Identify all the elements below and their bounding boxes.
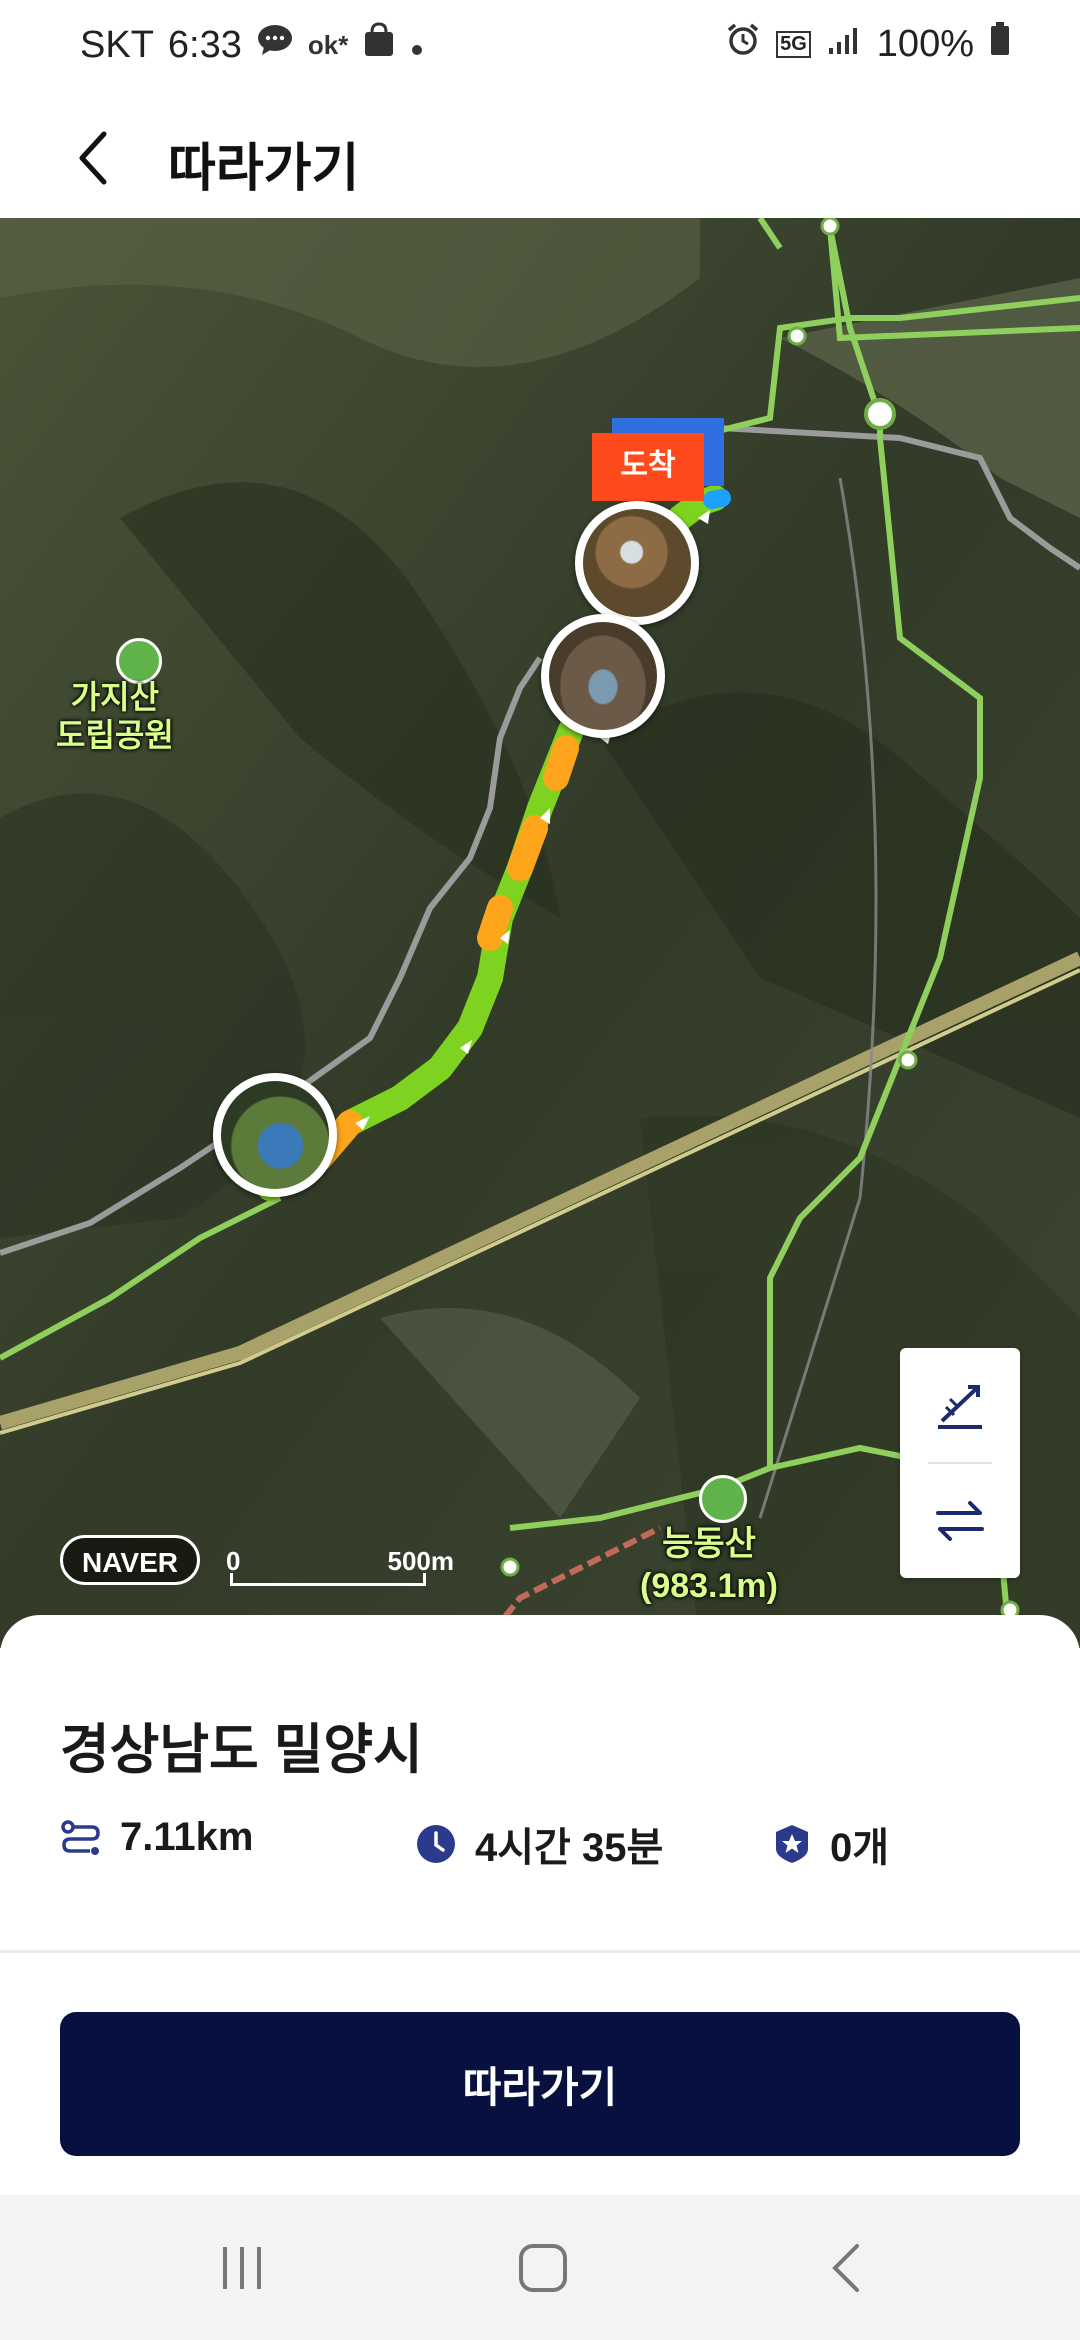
clock: 6:33: [167, 23, 242, 66]
map-scale: 0 500m: [226, 1546, 454, 1586]
carrier-label: SKT: [80, 23, 154, 66]
park-label-line2: 도립공원: [56, 717, 174, 753]
badge-stat: 0개: [772, 1815, 889, 1873]
page-title: 따라가기: [168, 140, 360, 198]
back-nav-button[interactable]: [806, 2235, 886, 2301]
status-bar-left: SKT 6:33 ok*: [80, 22, 424, 68]
home-icon: [519, 2244, 567, 2292]
region-title: 경상남도 밀양시: [60, 1720, 423, 1780]
mountain-name: 능동산: [662, 1525, 756, 1563]
battery-icon: [990, 22, 1010, 66]
app-header: 따라가기: [0, 96, 1080, 218]
distance-value: 7.11km: [120, 1815, 254, 1859]
status-bar-right: 5G 100%: [726, 22, 1010, 66]
follow-route-button[interactable]: 따라가기: [60, 2012, 1020, 2156]
shopping-bag-icon: [362, 22, 396, 68]
mountain-icon[interactable]: [699, 1475, 747, 1523]
chevron-left-icon: [79, 131, 107, 185]
naver-logo: NAVER: [60, 1535, 200, 1585]
mountain-label[interactable]: 능동산 (983.1m): [640, 1523, 778, 1607]
elevation-toggle-button[interactable]: [900, 1348, 1020, 1462]
network-5g-icon: 5G: [776, 30, 811, 58]
swap-arrows-icon: [936, 1501, 984, 1541]
alarm-icon: [726, 22, 760, 66]
back-button[interactable]: [60, 118, 140, 198]
home-button[interactable]: [503, 2235, 583, 2301]
status-bar: SKT 6:33 ok* 5G 100%: [0, 0, 1080, 96]
photo-marker[interactable]: [213, 1073, 337, 1197]
scale-bar: [230, 1573, 426, 1586]
duration-value: 4시간 35분: [475, 1826, 664, 1870]
chat-icon: [256, 23, 294, 67]
star-badge-icon: [776, 1825, 808, 1863]
ok-cashbag-icon: ok*: [307, 29, 349, 60]
system-nav-bar: [0, 2195, 1080, 2340]
signal-icon: [827, 23, 861, 66]
photo-marker[interactable]: [541, 614, 665, 738]
park-label-line1: 가지산: [70, 679, 160, 715]
battery-percent: 100%: [876, 22, 974, 65]
badge-count: 0개: [830, 1826, 890, 1870]
photo-marker[interactable]: [575, 501, 699, 625]
recent-apps-icon: [223, 2247, 261, 2289]
map-controls: [900, 1348, 1020, 1578]
reverse-route-button[interactable]: [900, 1464, 1020, 1578]
recent-apps-button[interactable]: [202, 2235, 282, 2301]
route-distance-icon: [61, 1819, 100, 1855]
route-stats: 7.11km 4시간 35분 0개: [60, 1815, 1020, 1871]
section-divider: [0, 1950, 1080, 1953]
park-label[interactable]: 가지산 도립공원: [56, 678, 174, 754]
elevation-icon: [938, 1385, 982, 1429]
route-map[interactable]: 가지산 도립공원 능동산 (983.1m) 도착 NAVER 0 500m: [0, 218, 1080, 1648]
distance-stat: 7.11km: [60, 1815, 253, 1860]
back-chevron-icon: [832, 2244, 859, 2292]
arrival-flag[interactable]: 도착: [592, 433, 704, 501]
mountain-height: (983.1m): [640, 1567, 778, 1605]
duration-stat: 4시간 35분: [415, 1815, 663, 1873]
notification-dot-icon: [410, 24, 424, 67]
clock-icon: [417, 1825, 455, 1863]
